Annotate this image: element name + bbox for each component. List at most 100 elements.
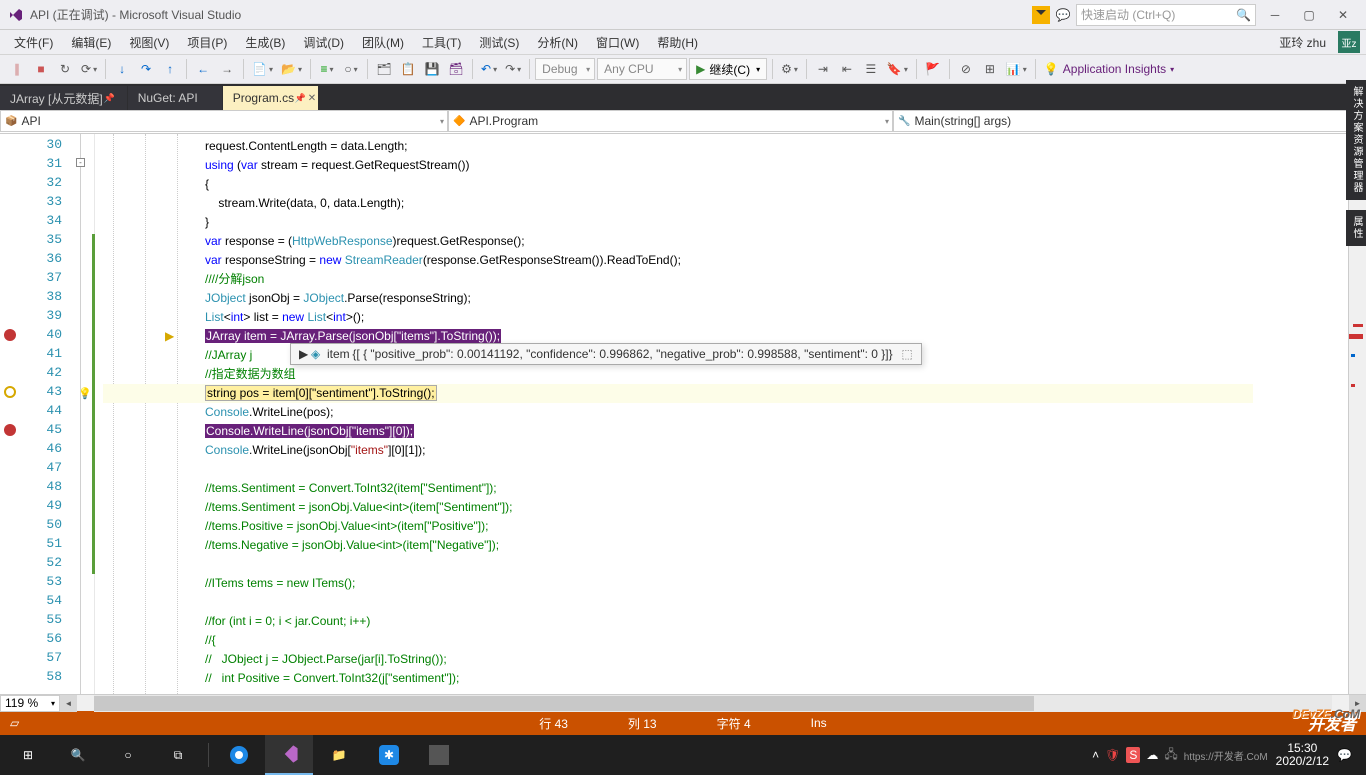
process-icon[interactable]: ⚙	[778, 58, 801, 80]
redo-icon[interactable]: ↷	[502, 58, 524, 80]
nav-fwd-icon[interactable]: →	[216, 58, 238, 80]
close-icon[interactable]: ✕	[308, 93, 316, 104]
tray-shield-icon[interactable]: 🛡	[1105, 748, 1120, 762]
close-button[interactable]: ✕	[1328, 5, 1358, 25]
chart-icon[interactable]: 📊	[1003, 58, 1030, 80]
continue-label: 继续(C)	[709, 61, 750, 78]
pause-icon[interactable]: ∥	[6, 58, 28, 80]
pin-icon[interactable]: ⬚	[901, 347, 912, 361]
clock[interactable]: 15:302020/2/12	[1276, 742, 1329, 768]
menu-tools[interactable]: 工具(T)	[414, 32, 469, 53]
menu-project[interactable]: 项目(P)	[179, 32, 235, 53]
taskview-button[interactable]: ⧉	[154, 735, 202, 775]
member-combo[interactable]: 🔧Main(string[] args)	[893, 110, 1366, 132]
grid-icon[interactable]: ⊞	[979, 58, 1001, 80]
undo-icon[interactable]: ↶	[478, 58, 500, 80]
tray-net-icon[interactable]: 🖧	[1164, 745, 1177, 766]
new-item-icon[interactable]: 📋	[397, 58, 419, 80]
app-browser[interactable]	[215, 735, 263, 775]
step-out-icon[interactable]: ↑	[159, 58, 181, 80]
menu-edit[interactable]: 编辑(E)	[63, 32, 119, 53]
format-icon[interactable]: ☰	[860, 58, 882, 80]
cortana-button[interactable]: ○	[104, 735, 152, 775]
fold-toggle[interactable]: -	[76, 158, 85, 167]
pin-icon[interactable]: 📌	[295, 93, 306, 104]
tray-cloud-icon[interactable]: ☁	[1146, 748, 1158, 762]
menu-view[interactable]: 视图(V)	[121, 32, 177, 53]
minimize-button[interactable]: ─	[1260, 5, 1290, 25]
scope-label: API	[21, 114, 40, 128]
nav-back-icon[interactable]: ←	[192, 58, 214, 80]
indent-icon[interactable]: ⇥	[812, 58, 834, 80]
scope-combo[interactable]: 📦API	[0, 110, 448, 132]
uncomment-icon[interactable]: ○	[340, 58, 362, 80]
breakpoint-icon[interactable]	[4, 329, 16, 341]
restart-icon[interactable]: ↻	[54, 58, 76, 80]
app-explorer[interactable]: 📁	[315, 735, 363, 775]
stop-icon[interactable]: ■	[30, 58, 52, 80]
tab-nuget[interactable]: NuGet: API	[128, 86, 222, 110]
bookmark-icon[interactable]: 🔖	[884, 58, 911, 80]
app-vs[interactable]	[265, 735, 313, 775]
app-other[interactable]	[415, 735, 463, 775]
toolbox-icon[interactable]: 🗂	[373, 58, 395, 80]
menu-debug[interactable]: 调试(D)	[295, 32, 352, 53]
tray[interactable]: ˄ 🛡 S ☁ 🖧 https://开发者.CoM	[1092, 745, 1268, 766]
maximize-button[interactable]: ▢	[1294, 5, 1324, 25]
zoom-combo[interactable]: 119 %▾	[0, 695, 60, 712]
flag-icon[interactable]: 🚩	[922, 58, 944, 80]
menu-help[interactable]: 帮助(H)	[649, 32, 706, 53]
menu-test[interactable]: 测试(S)	[471, 32, 527, 53]
scroll-thumb[interactable]	[94, 696, 1034, 711]
scroll-track[interactable]	[94, 695, 1332, 712]
class-combo[interactable]: 🔶API.Program	[448, 110, 893, 132]
code-area[interactable]: request.ContentLength = data.Length;usin…	[95, 134, 1366, 694]
breakpoint-icon[interactable]: ⊘	[955, 58, 977, 80]
insights-label: Application Insights	[1063, 62, 1166, 76]
start-button[interactable]: ⊞	[4, 735, 52, 775]
feedback-icon[interactable]: 💬	[1054, 6, 1072, 24]
notification-icon[interactable]	[1032, 6, 1050, 24]
indent-guide	[177, 134, 178, 694]
continue-button[interactable]: ▶继续(C)▾	[689, 58, 767, 80]
app-insights[interactable]: 💡Application Insights▾	[1041, 58, 1177, 80]
properties-tab[interactable]: 属性	[1346, 210, 1366, 246]
save-icon[interactable]: 💾	[421, 58, 443, 80]
menu-build[interactable]: 生成(B)	[237, 32, 293, 53]
breakpoint-icon[interactable]	[4, 424, 16, 436]
user-avatar[interactable]: 亚z	[1338, 31, 1360, 53]
expand-icon[interactable]: ▶	[299, 347, 308, 361]
refresh-icon[interactable]: ⟳	[78, 58, 100, 80]
open-icon[interactable]: 📂	[278, 58, 305, 80]
new-file-icon[interactable]: 📄	[249, 58, 276, 80]
breakpoint-gutter[interactable]	[0, 134, 22, 694]
current-line-icon[interactable]	[4, 386, 16, 398]
menu-analyze[interactable]: 分析(N)	[529, 32, 586, 53]
menu-window[interactable]: 窗口(W)	[588, 32, 647, 53]
status-icon: ▱	[10, 716, 19, 730]
status-line: 行 43	[539, 715, 568, 732]
menu-file[interactable]: 文件(F)	[6, 32, 61, 53]
quick-launch-input[interactable]: 快速启动 (Ctrl+Q)🔍	[1076, 4, 1256, 26]
scroll-left-icon[interactable]: ◄	[60, 695, 77, 712]
tab-jarray[interactable]: JArray [从元数据]📌	[0, 86, 127, 110]
search-button[interactable]: 🔍	[54, 735, 102, 775]
tray-s-icon[interactable]: S	[1126, 747, 1140, 763]
comment-icon[interactable]: ≡	[316, 58, 338, 80]
user-name[interactable]: 亚玲 zhu	[1273, 32, 1332, 53]
save-all-icon[interactable]: 🗃	[445, 58, 467, 80]
tab-program[interactable]: Program.cs📌✕	[223, 86, 318, 110]
config-combo[interactable]: Debug	[535, 58, 595, 80]
step-into-icon[interactable]: ↓	[111, 58, 133, 80]
notifications-button[interactable]: 💬	[1337, 748, 1352, 762]
app-tencent[interactable]: ✱	[365, 735, 413, 775]
datatip[interactable]: ▶ ◈ item {[ { "positive_prob": 0.0014119…	[290, 343, 922, 365]
step-over-icon[interactable]: ↷	[135, 58, 157, 80]
tray-up-icon[interactable]: ˄	[1092, 748, 1099, 762]
outdent-icon[interactable]: ⇤	[836, 58, 858, 80]
platform-combo[interactable]: Any CPU	[597, 58, 687, 80]
solution-explorer-tab[interactable]: 解决方案资源管理器	[1346, 80, 1366, 200]
pin-icon[interactable]: 📌	[103, 93, 114, 104]
indent-guide	[145, 134, 146, 694]
menu-team[interactable]: 团队(M)	[354, 32, 412, 53]
